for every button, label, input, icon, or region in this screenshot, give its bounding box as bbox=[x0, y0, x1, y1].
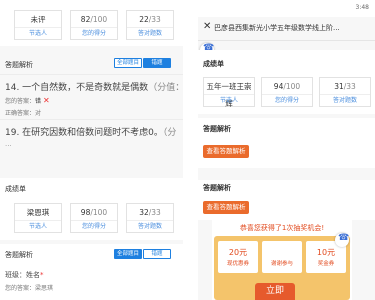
divider bbox=[0, 119, 183, 120]
stat-box: 98/100 您的得分 bbox=[70, 203, 118, 233]
class-label: 班级 bbox=[5, 271, 19, 279]
stat-number: 31 bbox=[334, 82, 344, 91]
stat-label: 节选人 bbox=[28, 223, 47, 230]
stat-label: 您的得分 bbox=[81, 223, 106, 230]
stat-number: 未评 bbox=[30, 15, 46, 24]
stat-box: 82/100 您的得分 bbox=[70, 10, 118, 40]
phone-icon-2[interactable]: ☎ bbox=[335, 233, 349, 247]
stat-denominator: /33 bbox=[148, 15, 161, 24]
stat-value: 22/33 bbox=[127, 11, 173, 28]
answer-label: 您的答案： bbox=[5, 98, 36, 105]
prize-label: 现优惠券 bbox=[226, 261, 249, 267]
class-name-line: 班级：姓名* bbox=[5, 271, 44, 279]
stat-denominator: /100 bbox=[90, 208, 108, 217]
stat-value: 31/33 bbox=[320, 78, 370, 95]
left-analysis2-title: 答题解析 bbox=[5, 251, 33, 259]
stat-value: 32/33 bbox=[127, 204, 173, 221]
stat-value: 98/100 bbox=[71, 204, 117, 221]
stat-box: 31/33 答对题数 bbox=[319, 77, 371, 107]
stat-box: 梁恩琪 节选人 bbox=[14, 203, 62, 233]
your-answer-line: 您的答案：梁思琪 bbox=[5, 285, 54, 292]
stat-box: 22/33 答对题数 bbox=[126, 10, 174, 40]
stat-value: 未评 bbox=[15, 11, 61, 28]
question-cut: ... bbox=[5, 140, 12, 148]
draw-button[interactable]: 立即 bbox=[255, 283, 295, 300]
prize-label: 谢谢参与 bbox=[270, 261, 293, 267]
stat-value: 94/100 bbox=[262, 78, 312, 95]
right-score-title: 成绩单 bbox=[203, 60, 224, 68]
wrong-icon: ✕ bbox=[42, 96, 50, 105]
question-14-text: 14. 一个自然数，不是奇数就是偶数 bbox=[5, 83, 149, 93]
stat-box: 五年一班王崇辉 节选人 bbox=[203, 77, 255, 108]
stat-number: 梁恩琪 bbox=[26, 208, 50, 217]
name-label: 姓名 bbox=[26, 271, 40, 279]
stat-number: 32 bbox=[139, 208, 149, 217]
divider bbox=[0, 74, 183, 75]
title-bar: ✕ 巴彦县西集新光小学五年级数学线上阶... bbox=[198, 17, 375, 41]
filter-wrong-button[interactable]: 错题 bbox=[143, 58, 171, 68]
question-19: 19. 在研究因数和倍数问题时不考虑0。（分 bbox=[5, 125, 176, 138]
stat-label: 答对题数 bbox=[332, 97, 357, 104]
stat-label: 节选人 bbox=[28, 30, 47, 37]
q14-your-answer: 您的答案：错 ✕ bbox=[5, 96, 50, 105]
stat-denominator: /33 bbox=[343, 82, 356, 91]
stat-box: 未评 节选人 bbox=[14, 10, 62, 40]
view-analysis-button[interactable]: 查看答题解析 bbox=[203, 145, 249, 158]
stat-number: 94 bbox=[273, 82, 284, 91]
stat-denominator: /33 bbox=[148, 208, 161, 217]
stat-box: 32/33 答对题数 bbox=[126, 203, 174, 233]
status-time: 3:48 bbox=[355, 4, 369, 11]
right-analysis-title: 答题解析 bbox=[203, 125, 231, 133]
stat-label: 您的得分 bbox=[81, 30, 106, 37]
prize-amount bbox=[262, 247, 302, 257]
stat-number: 22 bbox=[139, 15, 149, 24]
left-score-title: 成绩单 bbox=[5, 185, 26, 193]
left-analysis-title: 答题解析 bbox=[5, 61, 33, 69]
center-gap bbox=[183, 0, 198, 300]
prize-text: 恭喜您获得了1次抽奖机会! bbox=[239, 224, 325, 232]
status-bar: 3:48 bbox=[198, 0, 375, 17]
filter-wrong-button-2[interactable]: 错题 bbox=[143, 249, 171, 259]
prize-amount: 10元 bbox=[316, 248, 336, 257]
stat-label: 节选人 bbox=[219, 97, 238, 104]
stat-label: 答对题数 bbox=[137, 30, 162, 37]
answer-value: 错 bbox=[35, 98, 42, 105]
view-analysis-button-2[interactable]: 查看答题解析 bbox=[203, 201, 249, 214]
stat-denominator: /100 bbox=[283, 82, 301, 91]
window-title: 巴彦县西集新光小学五年级数学线上阶... bbox=[214, 24, 340, 32]
question-14: 14. 一个自然数，不是奇数就是偶数（分值：2） bbox=[5, 80, 199, 93]
stat-box: 94/100 您的得分 bbox=[261, 77, 313, 107]
question-19-text: 19. 在研究因数和倍数问题时不考虑0。 bbox=[5, 128, 163, 138]
right-analysis-title-2: 答题解析 bbox=[203, 184, 231, 192]
prize-amount: 20元 bbox=[228, 248, 248, 257]
filter-all-button[interactable]: 全部题目 bbox=[114, 58, 142, 68]
prize-label: 奖金券 bbox=[317, 261, 335, 267]
stat-label: 答对题数 bbox=[137, 223, 162, 230]
stat-label: 您的得分 bbox=[274, 97, 299, 104]
draw-button-label: 立即 bbox=[265, 286, 284, 296]
filter-all-button-2[interactable]: 全部题目 bbox=[114, 249, 142, 259]
stat-number: 98 bbox=[80, 208, 91, 217]
stat-value: 82/100 bbox=[71, 11, 117, 28]
stat-value: 梁恩琪 bbox=[15, 204, 61, 221]
stat-denominator: /100 bbox=[90, 15, 108, 24]
q14-correct-answer: 正确答案：对 bbox=[5, 110, 42, 117]
stat-number: 82 bbox=[80, 15, 91, 24]
close-icon[interactable]: ✕ bbox=[203, 21, 211, 32]
question-19-score: （分 bbox=[162, 128, 177, 138]
stat-value: 五年一班王崇辉 bbox=[204, 78, 254, 108]
prize-cell: 20元现优惠券 bbox=[218, 241, 258, 273]
prize-cell: 谢谢参与 bbox=[262, 241, 302, 273]
